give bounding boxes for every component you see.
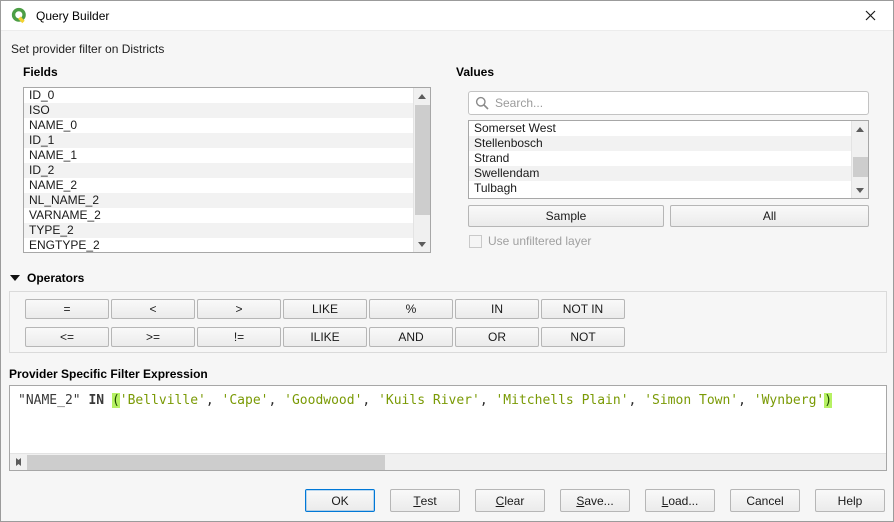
- operator-button[interactable]: !=: [197, 327, 281, 347]
- value-item[interactable]: Tulbagh: [469, 181, 851, 196]
- operator-button[interactable]: NOT: [541, 327, 625, 347]
- operator-button[interactable]: NOT IN: [541, 299, 625, 319]
- scroll-down-icon[interactable]: [414, 236, 430, 252]
- values-list: Somerset WestStellenboschStrandSwellenda…: [468, 120, 869, 199]
- sample-button[interactable]: Sample: [468, 205, 664, 227]
- field-item[interactable]: VARNAME_2: [24, 208, 413, 223]
- field-item[interactable]: ISO: [24, 103, 413, 118]
- titlebar: Query Builder: [1, 1, 893, 31]
- value-item[interactable]: Swellendam: [469, 166, 851, 181]
- fields-scroll-thumb[interactable]: [415, 105, 430, 215]
- operator-button[interactable]: <=: [25, 327, 109, 347]
- operators-expander[interactable]: Operators: [10, 271, 84, 285]
- dialog-button-box: OK Test Clear Save... Load... Cancel Help: [305, 489, 885, 512]
- operator-button[interactable]: OR: [455, 327, 539, 347]
- close-button[interactable]: [848, 1, 893, 30]
- field-item[interactable]: NL_NAME_2: [24, 193, 413, 208]
- expression-label: Provider Specific Filter Expression: [9, 367, 208, 381]
- expression-scroll-thumb[interactable]: [27, 455, 385, 470]
- clear-button[interactable]: Clear: [475, 489, 545, 512]
- search-icon: [475, 96, 489, 110]
- chevron-down-icon: [10, 275, 20, 281]
- operators-row-2: <=>=!=ILIKEANDORNOT: [25, 327, 625, 347]
- close-icon: [865, 10, 876, 21]
- operator-button[interactable]: AND: [369, 327, 453, 347]
- value-item[interactable]: Somerset West: [469, 121, 851, 136]
- operators-label: Operators: [27, 271, 84, 285]
- filter-expression-editor[interactable]: "NAME_2" IN ('Bellville', 'Cape', 'Goodw…: [9, 385, 887, 471]
- fields-scrollbar[interactable]: [413, 88, 430, 252]
- query-builder-dialog: Query Builder Set provider filter on Dis…: [0, 0, 894, 522]
- use-unfiltered-row: Use unfiltered layer: [469, 234, 591, 248]
- operator-button[interactable]: %: [369, 299, 453, 319]
- expression-hscrollbar[interactable]: [10, 453, 886, 470]
- operator-button[interactable]: =: [25, 299, 109, 319]
- search-input[interactable]: [468, 91, 869, 115]
- field-item[interactable]: TYPE_2: [24, 223, 413, 238]
- field-item[interactable]: NAME_0: [24, 118, 413, 133]
- fields-label: Fields: [23, 65, 58, 79]
- value-item[interactable]: Strand: [469, 151, 851, 166]
- operator-button[interactable]: <: [111, 299, 195, 319]
- operator-button[interactable]: IN: [455, 299, 539, 319]
- scroll-up-icon[interactable]: [852, 121, 868, 137]
- scroll-down-icon[interactable]: [852, 182, 868, 198]
- use-unfiltered-label: Use unfiltered layer: [488, 234, 591, 248]
- field-item[interactable]: ID_1: [24, 133, 413, 148]
- load-button[interactable]: Load...: [645, 489, 715, 512]
- qgis-logo-icon: [11, 7, 28, 24]
- values-search: [468, 91, 869, 115]
- save-button[interactable]: Save...: [560, 489, 630, 512]
- scroll-up-icon[interactable]: [414, 88, 430, 104]
- operators-row-1: =<>LIKE%INNOT IN: [25, 299, 625, 319]
- cancel-button[interactable]: Cancel: [730, 489, 800, 512]
- values-rows: Somerset WestStellenboschStrandSwellenda…: [469, 121, 851, 198]
- field-item[interactable]: ID_0: [24, 88, 413, 103]
- operator-button[interactable]: >=: [111, 327, 195, 347]
- values-scrollbar[interactable]: [851, 121, 868, 198]
- operators-frame: =<>LIKE%INNOT IN <=>=!=ILIKEANDORNOT: [9, 291, 887, 353]
- field-item[interactable]: NAME_2: [24, 178, 413, 193]
- operator-button[interactable]: LIKE: [283, 299, 367, 319]
- operator-button[interactable]: ILIKE: [283, 327, 367, 347]
- values-scroll-thumb[interactable]: [853, 157, 868, 177]
- field-item[interactable]: ENGTYPE_2: [24, 238, 413, 252]
- operator-button[interactable]: >: [197, 299, 281, 319]
- help-button[interactable]: Help: [815, 489, 885, 512]
- ok-button[interactable]: OK: [305, 489, 375, 512]
- filter-expression-text[interactable]: "NAME_2" IN ('Bellville', 'Cape', 'Goodw…: [18, 393, 882, 408]
- values-label: Values: [456, 65, 494, 79]
- field-item[interactable]: ID_2: [24, 163, 413, 178]
- scroll-right-icon[interactable]: [10, 454, 26, 470]
- value-item[interactable]: Stellenbosch: [469, 136, 851, 151]
- fields-rows: ID_0ISONAME_0ID_1NAME_1ID_2NAME_2NL_NAME…: [24, 88, 413, 252]
- window-title: Query Builder: [36, 9, 109, 23]
- field-item[interactable]: NAME_1: [24, 148, 413, 163]
- test-button[interactable]: Test: [390, 489, 460, 512]
- dialog-subtitle: Set provider filter on Districts: [11, 42, 164, 56]
- use-unfiltered-checkbox: [469, 235, 482, 248]
- fields-list: ID_0ISONAME_0ID_1NAME_1ID_2NAME_2NL_NAME…: [23, 87, 431, 253]
- all-button[interactable]: All: [670, 205, 869, 227]
